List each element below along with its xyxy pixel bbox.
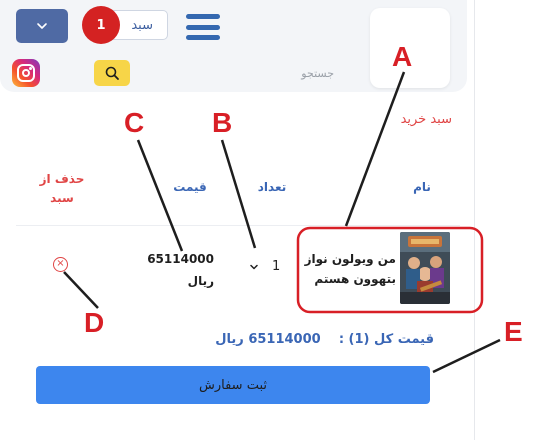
chevron-down-icon <box>37 23 47 29</box>
cart-total: قیمت کل (1) : 65114000 ریال <box>190 332 434 347</box>
callout-pointer-c <box>136 139 184 252</box>
callout-label-d: D <box>84 307 104 338</box>
column-header-quantity: تعداد <box>257 180 287 194</box>
column-header-remove: حذف از سبد <box>36 170 88 208</box>
item-price: 65114000 ریال <box>134 248 214 292</box>
cart-total-label: قیمت کل (1) : <box>338 332 434 347</box>
remove-item-button[interactable]: × <box>53 257 68 272</box>
callout-label-e: E <box>504 316 523 347</box>
quantity-chevron-down-icon[interactable] <box>249 262 259 272</box>
quantity-value[interactable]: 1 <box>272 259 280 274</box>
search-button[interactable] <box>94 60 130 86</box>
item-price-amount: 65114000 <box>147 252 214 266</box>
callout-label-b: B <box>212 107 232 138</box>
instagram-icon[interactable] <box>12 59 40 87</box>
item-price-currency: ریال <box>187 274 214 288</box>
callout-pointer-e <box>432 338 501 374</box>
cart-total-value: 65114000 ریال <box>215 332 321 347</box>
cart-count-badge: 1 <box>82 6 120 44</box>
hamburger-menu-icon[interactable] <box>186 14 220 40</box>
column-header-remove-line1: حذف از <box>39 172 85 186</box>
sidebar-divider <box>474 0 475 440</box>
site-logo[interactable] <box>370 8 450 88</box>
user-dropdown-button[interactable] <box>16 9 68 43</box>
callout-label-c: C <box>124 107 144 138</box>
callout-pointer-a <box>344 71 406 227</box>
column-header-remove-line2: سبد <box>50 191 74 205</box>
callout-pointer-d <box>63 271 99 309</box>
product-title[interactable]: من ویولون نواز بتهوون هستم <box>302 249 396 289</box>
search-input[interactable] <box>132 60 338 86</box>
table-divider <box>16 225 460 226</box>
cart-button-label: سبد <box>131 17 153 33</box>
search-icon <box>105 66 119 80</box>
logo-mark <box>387 33 433 63</box>
submit-order-button[interactable]: ثبت سفارش <box>36 366 430 404</box>
page-title: سبد خرید <box>400 112 452 127</box>
column-header-price: قیمت <box>173 180 207 194</box>
callout-pointer-b <box>220 139 257 249</box>
column-header-name: نام <box>413 180 431 194</box>
product-image[interactable] <box>400 232 450 304</box>
